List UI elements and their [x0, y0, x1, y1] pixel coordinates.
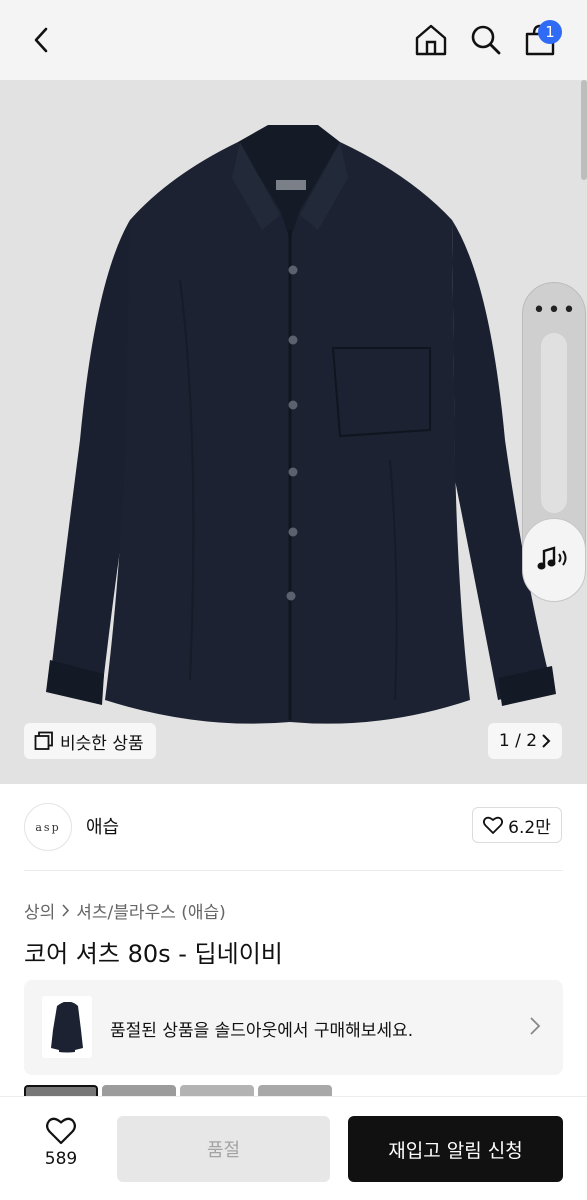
- breadcrumb: 상의 셔츠/블라우스 (애습): [24, 898, 226, 923]
- home-icon: [415, 24, 447, 56]
- breadcrumb-item-category[interactable]: 상의: [24, 898, 55, 923]
- brand-row: asp 애습 6.2만: [0, 784, 587, 870]
- restock-alert-button[interactable]: 재입고 알림 신청: [348, 1116, 563, 1182]
- heart-icon: [483, 816, 504, 834]
- sound-icon: [537, 546, 567, 570]
- brand-like-count: 6.2만: [508, 817, 551, 838]
- chevron-right-icon: [530, 1017, 541, 1035]
- sound-button[interactable]: [522, 518, 586, 602]
- breadcrumb-item-subcategory[interactable]: 셔츠/블라우스 (애습): [76, 898, 226, 923]
- heart-icon: [46, 1117, 76, 1145]
- top-bar: 1: [0, 0, 587, 80]
- home-button[interactable]: [409, 18, 453, 62]
- product-title: 코어 셔츠 80s - 딥네이비: [24, 940, 283, 968]
- similar-products-label: 비슷한 상품: [60, 733, 144, 754]
- soldout-button: 품절: [117, 1116, 330, 1182]
- brand-logo-text: asp: [35, 820, 61, 834]
- similar-products-button[interactable]: 비슷한 상품: [24, 723, 156, 759]
- back-icon: [34, 27, 48, 53]
- chevron-right-icon: [542, 734, 551, 748]
- brand-name[interactable]: 애습: [86, 813, 119, 839]
- product-image-gallery[interactable]: ••• 비슷한 상품 1 / 2: [0, 80, 587, 784]
- product-image: [46, 125, 556, 724]
- more-icon[interactable]: •••: [523, 300, 587, 322]
- image-page-indicator[interactable]: 1 / 2: [488, 723, 562, 759]
- brand-logo[interactable]: asp: [24, 803, 72, 851]
- wishlist-button[interactable]: 589: [30, 1117, 92, 1177]
- soldout-notice-card[interactable]: 품절된 상품을 솔드아웃에서 구매해보세요.: [24, 980, 563, 1075]
- similar-icon: [34, 731, 53, 750]
- search-button[interactable]: [464, 18, 508, 62]
- wishlist-count: 589: [44, 1149, 78, 1169]
- brand-like-button[interactable]: 6.2만: [472, 807, 562, 843]
- soldout-notice-text: 품절된 상품을 솔드아웃에서 구매해보세요.: [110, 1021, 414, 1041]
- soldout-product-thumbnail: [42, 996, 92, 1058]
- search-icon: [471, 25, 501, 55]
- cart-count-badge: 1: [538, 20, 562, 44]
- bottom-action-bar: 589 품절 재입고 알림 신청: [0, 1096, 587, 1200]
- chevron-right-icon: [62, 904, 70, 917]
- floating-track: [541, 333, 567, 513]
- back-button[interactable]: [20, 18, 64, 62]
- divider: [24, 870, 563, 871]
- page-indicator-text: 1 / 2: [498, 731, 538, 751]
